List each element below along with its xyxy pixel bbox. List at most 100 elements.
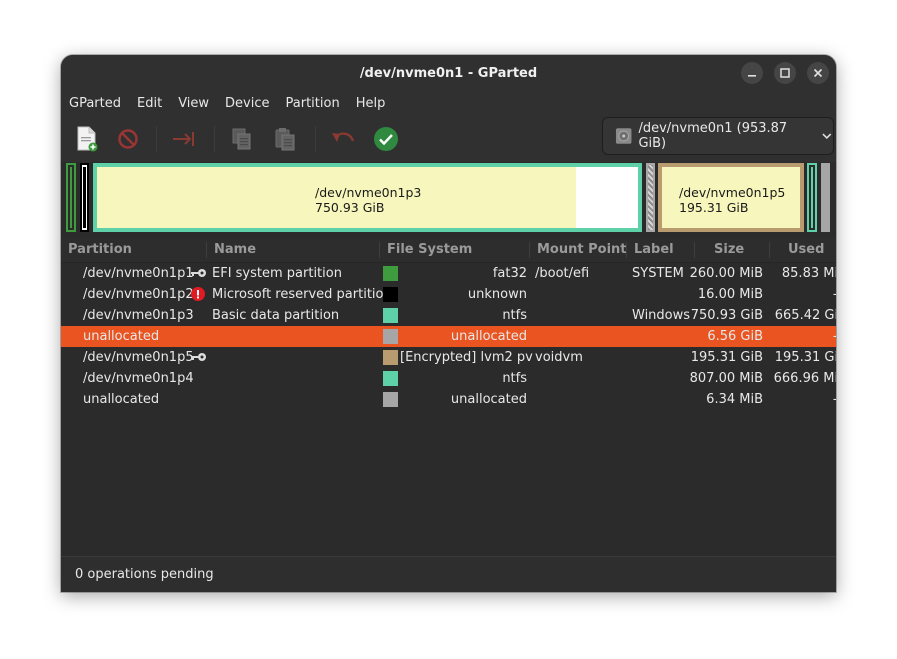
fs-color-swatch [383, 308, 398, 323]
column-separator [694, 242, 695, 258]
filesystem-type: unknown [467, 287, 527, 302]
partition-size: 6.34 MiB [706, 392, 763, 407]
partition-block-p1[interactable] [66, 163, 76, 232]
filesystem-type: ntfs [502, 371, 527, 386]
filesystem-type: fat32 [492, 266, 527, 281]
table-row[interactable]: /dev/nvme0n1p4 ntfs 807.00 MiB 666.96 Mi… [61, 368, 836, 389]
partition-used-fill [83, 167, 86, 228]
partition-used-fill [811, 167, 813, 228]
table-row[interactable]: /dev/nvme0n1p2 Microsoft reserved partit… [61, 284, 836, 305]
partition-name: EFI system partition [212, 266, 342, 281]
partition-block-p2[interactable] [80, 163, 89, 232]
unallocated-block[interactable] [646, 163, 655, 232]
partition-path: /dev/nvme0n1p4 [83, 371, 194, 386]
close-icon [813, 68, 823, 78]
delete-icon [118, 129, 138, 149]
partition-block-p3-size: 750.93 GiB [315, 200, 385, 215]
partition-size: 260.00 MiB [689, 266, 763, 281]
toolbar-separator [156, 126, 157, 152]
toolbar-separator [214, 126, 215, 152]
device-selector-label: /dev/nvme0n1 (953.87 GiB) [638, 121, 788, 151]
partition-used: 195.31 GiB [774, 350, 836, 365]
filesystem-type: unallocated [450, 392, 527, 407]
partition-used: --- [767, 389, 836, 410]
status-text: 0 operations pending [75, 567, 214, 582]
menu-edit[interactable]: Edit [129, 91, 170, 116]
partition-used: --- [767, 284, 836, 305]
partition-block-p5-size: 195.31 GiB [679, 200, 749, 215]
fs-color-swatch [383, 329, 398, 344]
partition-path: /dev/nvme0n1p1 [83, 266, 194, 281]
column-name[interactable]: Name [214, 238, 256, 262]
column-used[interactable]: Used [788, 238, 824, 262]
unallocated-block[interactable] [821, 163, 830, 232]
column-file-system[interactable]: File System [387, 238, 472, 262]
partition-block-p4[interactable] [807, 163, 817, 232]
fs-color-swatch [383, 287, 398, 302]
minimize-button[interactable] [741, 62, 763, 84]
menu-device[interactable]: Device [217, 91, 277, 116]
fs-color-swatch [383, 392, 398, 407]
gparted-window: /dev/nvme0n1 - GParted GParted Edit View… [61, 55, 836, 592]
warning-icon [191, 287, 205, 305]
partition-block-p5[interactable]: /dev/nvme0n1p5 195.31 GiB [658, 163, 804, 232]
partition-used: --- [767, 326, 836, 347]
resize-move-button[interactable] [168, 122, 202, 156]
menu-help[interactable]: Help [348, 91, 394, 116]
partition-used: 85.83 MiB [781, 266, 836, 281]
menu-view[interactable]: View [170, 91, 217, 116]
apply-button[interactable] [369, 122, 403, 156]
title-bar: /dev/nvme0n1 - GParted [61, 55, 836, 91]
close-button[interactable] [807, 62, 829, 84]
partition-name: Basic data partition [212, 308, 340, 323]
fs-color-swatch [383, 371, 398, 386]
partition-name: Microsoft reserved partition [212, 287, 392, 302]
filesystem-type: [Encrypted] lvm2 pv [400, 350, 533, 365]
partition-block-p3[interactable]: /dev/nvme0n1p3 750.93 GiB [93, 163, 642, 232]
window-title: /dev/nvme0n1 - GParted [359, 65, 538, 81]
fs-color-swatch [383, 266, 398, 281]
copy-button[interactable] [225, 122, 259, 156]
copy-icon [232, 128, 251, 150]
table-row[interactable]: /dev/nvme0n1p1 EFI system partition fat3… [61, 263, 836, 284]
paste-button[interactable] [268, 122, 302, 156]
column-size[interactable]: Size [714, 238, 744, 262]
partition-path: unallocated [83, 329, 160, 344]
partition-size: 6.56 GiB [707, 329, 763, 344]
partition-path: unallocated [83, 392, 160, 407]
delete-button[interactable] [111, 122, 145, 156]
partition-path: /dev/nvme0n1p3 [83, 308, 194, 323]
partition-block-p3-name: /dev/nvme0n1p3 [315, 185, 422, 200]
partition-size: 750.93 GiB [690, 308, 763, 323]
undo-button[interactable] [326, 122, 360, 156]
partition-size: 195.31 GiB [690, 350, 763, 365]
table-row[interactable]: unallocated unallocated 6.34 MiB --- [61, 389, 836, 410]
column-separator [769, 242, 770, 258]
partition-used: 665.42 GiB [774, 308, 836, 323]
column-separator [379, 242, 380, 258]
menu-bar: GParted Edit View Device Partition Help [61, 91, 836, 116]
toolbar-separator [315, 126, 316, 152]
table-row[interactable]: /dev/nvme0n1p5 [Encrypted] lvm2 pv voidv… [61, 347, 836, 368]
minimize-icon [748, 75, 756, 77]
table-row[interactable]: /dev/nvme0n1p3 Basic data partition ntfs… [61, 305, 836, 326]
menu-gparted[interactable]: GParted [61, 91, 129, 116]
device-selector[interactable]: /dev/nvme0n1 (953.87 GiB) [602, 117, 834, 155]
disk-graph: /dev/nvme0n1p3 750.93 GiB /dev/nvme0n1p5… [61, 162, 836, 235]
column-mount-point[interactable]: Mount Point [537, 238, 627, 262]
menu-partition[interactable]: Partition [278, 91, 348, 116]
partition-path: /dev/nvme0n1p2 [83, 287, 194, 302]
partition-path: /dev/nvme0n1p5 [83, 350, 194, 365]
partition-list: /dev/nvme0n1p1 EFI system partition fat3… [61, 263, 836, 556]
status-bar: 0 operations pending [61, 556, 836, 592]
apply-icon [374, 127, 398, 151]
table-row[interactable]: unallocated unallocated 6.56 GiB --- [61, 326, 836, 347]
partition-size: 807.00 MiB [689, 371, 763, 386]
column-partition[interactable]: Partition [68, 238, 132, 262]
partition-used-fill [70, 167, 72, 228]
column-label[interactable]: Label [634, 238, 674, 262]
undo-icon [332, 132, 355, 142]
chevron-down-icon [822, 133, 832, 140]
new-partition-button[interactable] [70, 122, 104, 156]
maximize-button[interactable] [774, 62, 796, 84]
